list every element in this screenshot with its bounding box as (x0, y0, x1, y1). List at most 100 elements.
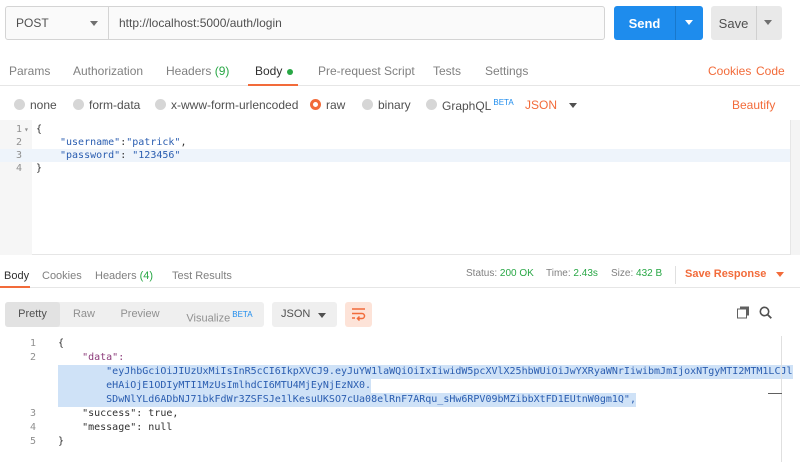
token-text: SDwNlYLd6ADbNJ71bkFdWr3ZSFSJe1lKesuUKSO7… (58, 393, 636, 407)
json-key: "password" (60, 150, 121, 161)
send-button-group: Send (614, 6, 703, 40)
response-body-viewer[interactable]: 1{ 2 "data": "eyJhbGciOiJIUzUxMiIsInR5cC… (0, 336, 800, 462)
tab-headers[interactable]: Headers (9) (166, 64, 229, 78)
json-comma: , (180, 137, 187, 148)
response-scrollbar[interactable] (768, 336, 782, 462)
size-value: 432 B (636, 268, 663, 279)
editor-line-active: 3 "password": "123456" (0, 149, 790, 162)
code-text: } (58, 436, 65, 447)
view-preview[interactable]: Preview (110, 302, 170, 327)
code-text: "password": "123456" (60, 149, 180, 162)
request-body-editor[interactable]: 1 ▾ { 2 "username":"patrick", 3 "passwor… (0, 120, 790, 255)
line-number: 4 (29, 422, 36, 433)
fold-arrow-icon[interactable]: ▾ (24, 123, 29, 136)
beautify-button[interactable]: Beautify (732, 98, 775, 112)
editor-line: 2 "username":"patrick", (0, 136, 790, 149)
body-format-label: JSON (525, 98, 558, 112)
response-format-select[interactable]: JSON (272, 302, 337, 327)
status-label: Status: (466, 268, 498, 279)
json-value: "patrick" (126, 137, 181, 148)
tab-pre-request-script[interactable]: Pre-request Script (318, 64, 415, 78)
radio-binary[interactable] (362, 99, 373, 110)
editor-line: 1 ▾ { (0, 123, 790, 136)
beta-badge: BETA (493, 98, 514, 107)
line-number: 4 (15, 163, 22, 174)
chevron-down-icon (318, 313, 326, 318)
method-select[interactable]: POST (6, 7, 109, 39)
line-number: 2 (15, 137, 22, 148)
tab-test-results[interactable]: Test Results (172, 270, 232, 282)
tab-body[interactable]: Body (255, 64, 294, 78)
request-tabs: Params Authorization Headers (9) Body Pr… (0, 56, 800, 86)
url-input[interactable]: http://localhost:5000/auth/login (109, 7, 604, 39)
radio-form-data[interactable] (73, 99, 84, 110)
response-line: SDwNlYLd6ADbNJ71bkFdWr3ZSFSJe1lKesuUKSO7… (0, 393, 770, 407)
response-tabs: Body Cookies Headers (4) Test Results (0, 264, 800, 288)
code-text: "success": true, (58, 408, 179, 419)
radio-graphql[interactable] (426, 99, 437, 110)
time-label: Time: (546, 268, 571, 279)
beta-badge: BETA (232, 310, 253, 319)
tab-params[interactable]: Params (9, 64, 50, 78)
size-label: Size: (611, 268, 634, 279)
save-options-button[interactable] (757, 6, 782, 40)
active-dot-icon (287, 68, 294, 75)
copy-icon[interactable] (737, 306, 750, 322)
editor-line: 4 } (0, 162, 790, 175)
chevron-down-icon (90, 21, 98, 26)
json-key: "username" (60, 137, 121, 148)
response-format-label: JSON (281, 308, 311, 320)
status-value: 200 OK (499, 268, 534, 279)
radio-raw[interactable] (310, 99, 321, 110)
view-raw[interactable]: Raw (65, 302, 103, 327)
graphql-label: GraphQL (442, 99, 492, 113)
time-value: 2.43s (573, 268, 598, 279)
tab-body-label: Body (255, 64, 283, 78)
editor-scrollbar[interactable] (790, 120, 800, 255)
send-options-button[interactable] (676, 6, 703, 40)
scroll-marker (768, 393, 782, 394)
code-text: { (36, 124, 43, 135)
chevron-down-icon (764, 20, 772, 25)
code-link[interactable]: Code (756, 64, 785, 78)
radio-urlencoded[interactable] (155, 99, 166, 110)
response-line: 3 "success": true, (0, 407, 770, 421)
chevron-down-icon (685, 20, 693, 25)
chevron-down-icon (569, 103, 578, 109)
tab-response-headers[interactable]: Headers (4) (95, 270, 153, 282)
status-readout: Status: 200 OK (466, 268, 534, 279)
tab-settings[interactable]: Settings (485, 64, 528, 78)
body-format-select[interactable]: JSON (525, 98, 578, 112)
active-tab-indicator (248, 84, 298, 86)
search-icon[interactable] (759, 306, 772, 322)
view-pretty[interactable]: Pretty (5, 302, 60, 327)
save-response-button[interactable]: Save Response (685, 268, 785, 280)
size-readout: Size: 432 B (611, 268, 662, 279)
response-line: 1{ (0, 337, 770, 351)
view-visualize[interactable]: Visualize BETA (177, 302, 262, 327)
radio-raw-label: raw (326, 98, 346, 112)
json-value: "123456" (132, 150, 181, 161)
radio-none-label: none (30, 98, 57, 112)
save-button[interactable]: Save (711, 6, 756, 40)
cookies-link[interactable]: Cookies (708, 64, 751, 78)
radio-form-data-label: form-data (89, 98, 141, 112)
line-number: 3 (29, 408, 36, 419)
line-number: 5 (29, 436, 36, 447)
tab-authorization[interactable]: Authorization (73, 64, 143, 78)
radio-none[interactable] (14, 99, 25, 110)
response-line: 2 "data": (0, 351, 770, 365)
code-text: "username":"patrick", (60, 136, 186, 149)
wrap-lines-button[interactable] (345, 302, 372, 327)
save-button-group: Save (711, 6, 782, 40)
tab-response-cookies[interactable]: Cookies (42, 270, 82, 282)
send-button[interactable]: Send (614, 6, 675, 40)
tab-response-body[interactable]: Body (4, 270, 29, 282)
token-text: eHAiOjE1ODIyMTI1MzUsImlhdCI6MTU4MjEyNjEz… (58, 379, 372, 393)
code-text: { (58, 338, 65, 349)
line-number: 2 (29, 352, 36, 363)
tab-tests[interactable]: Tests (433, 64, 461, 78)
radio-urlencoded-label: x-www-form-urlencoded (171, 98, 299, 112)
time-readout: Time: 2.43s (546, 268, 598, 279)
line-number: 1 (15, 124, 22, 135)
